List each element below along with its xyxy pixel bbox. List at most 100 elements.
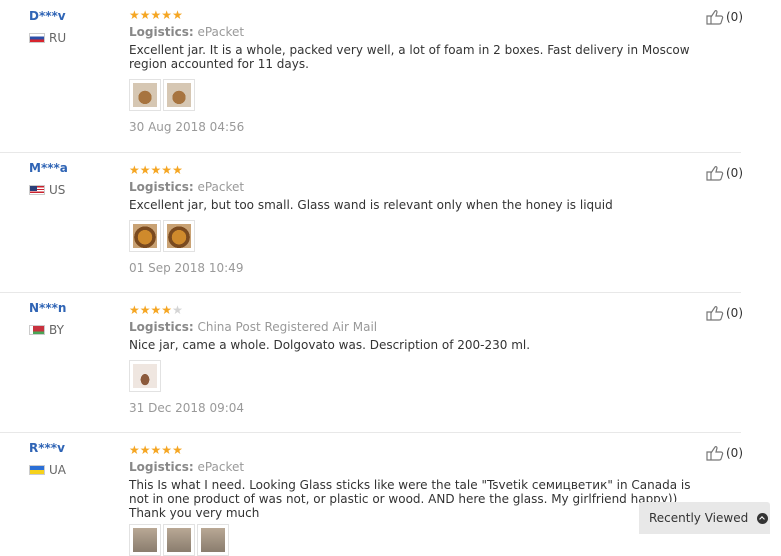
logistics-label: Logistics:	[129, 320, 194, 334]
photo-image	[167, 528, 191, 552]
star-icon: ★	[161, 163, 173, 177]
thumbs-up-icon	[706, 445, 724, 461]
usa-flag-icon	[29, 185, 45, 195]
helpful-count: (0)	[726, 306, 743, 320]
feedback-item: D***v RU ★ ★ ★ ★ ★ Logistics: ePacket Excell…	[0, 0, 743, 153]
feedback-body: ★ ★ ★ ★ ★ Logistics: ePacket This Is what I …	[129, 444, 704, 556]
user-country: BY	[29, 323, 66, 337]
thumbs-up-icon	[706, 305, 724, 321]
recently-viewed-tab[interactable]: Recently Viewed	[639, 502, 770, 534]
feedback-user: M***a US	[29, 161, 68, 197]
feedback-body: ★ ★ ★ ★ ★ Logistics: ePacket Excellent jar, …	[129, 164, 704, 275]
country-code: UA	[49, 463, 66, 477]
star-icon: ★	[139, 443, 151, 457]
review-text: Excellent jar, but too small. Glass wand…	[129, 198, 613, 212]
user-name[interactable]: D***v	[29, 9, 66, 23]
star-icon: ★	[139, 303, 151, 317]
user-name[interactable]: R***v	[29, 441, 66, 455]
helpful-button[interactable]: (0)	[706, 165, 743, 181]
review-photo[interactable]	[163, 220, 195, 252]
logistics-label: Logistics:	[129, 460, 194, 474]
star-icon: ★	[150, 443, 162, 457]
feedback-user: R***v UA	[29, 441, 66, 477]
photo-image	[167, 83, 191, 107]
feedback-item: N***n BY ★ ★ ★ ★ ★ Logistics: China Post Reg…	[0, 292, 743, 433]
photo-image	[167, 224, 191, 248]
review-photo[interactable]	[129, 524, 161, 556]
photo-image	[133, 364, 157, 388]
user-country: UA	[29, 463, 66, 477]
photo-image	[133, 83, 157, 107]
review-photo[interactable]	[197, 524, 229, 556]
review-photo[interactable]	[129, 360, 161, 392]
user-name[interactable]: M***a	[29, 161, 68, 175]
star-empty-icon: ★	[172, 303, 183, 317]
country-code: BY	[49, 323, 64, 337]
review-date: 30 Aug 2018 04:56	[129, 120, 245, 134]
star-icon: ★	[150, 8, 162, 22]
review-date: 31 Dec 2018 09:04	[129, 401, 245, 415]
star-icon: ★	[150, 163, 162, 177]
review-photo[interactable]	[163, 524, 195, 556]
ukraine-flag-icon	[29, 465, 45, 475]
user-country: RU	[29, 31, 66, 45]
helpful-button[interactable]: (0)	[706, 305, 743, 321]
star-icon: ★	[129, 443, 140, 457]
star-rating: ★ ★ ★ ★ ★	[129, 304, 704, 316]
country-code: RU	[49, 31, 67, 45]
thumbs-up-icon	[706, 9, 724, 25]
photo-image	[133, 528, 157, 552]
review-date: 01 Sep 2018 10:49	[129, 261, 244, 275]
star-icon: ★	[139, 163, 151, 177]
star-icon: ★	[172, 163, 183, 177]
star-icon: ★	[150, 303, 162, 317]
logistics: Logistics: ePacket	[129, 25, 704, 39]
user-name[interactable]: N***n	[29, 301, 66, 315]
star-rating: ★ ★ ★ ★ ★	[129, 444, 704, 456]
review-photo[interactable]	[129, 220, 161, 252]
russia-flag-icon	[29, 33, 45, 43]
star-icon: ★	[161, 8, 173, 22]
star-rating: ★ ★ ★ ★ ★	[129, 9, 704, 21]
review-photos	[129, 360, 704, 392]
logistics-value: China Post Registered Air Mail	[197, 320, 378, 334]
star-icon: ★	[139, 8, 151, 22]
star-icon: ★	[129, 8, 140, 22]
star-icon: ★	[161, 443, 173, 457]
helpful-count: (0)	[726, 446, 743, 460]
star-icon: ★	[129, 163, 140, 177]
feedback-item: R***v UA ★ ★ ★ ★ ★ Logistics: ePacket This I…	[0, 432, 743, 556]
logistics-value: ePacket	[197, 25, 245, 39]
feedback-item: M***a US ★ ★ ★ ★ ★ Logistics: ePacket Excell…	[0, 152, 743, 293]
country-code: US	[49, 183, 66, 197]
review-photos	[129, 220, 704, 252]
photo-image	[133, 224, 157, 248]
review-photos	[129, 79, 704, 111]
logistics-value: ePacket	[197, 180, 245, 194]
review-photo[interactable]	[163, 79, 195, 111]
feedback-user: N***n BY	[29, 301, 66, 337]
logistics: Logistics: ePacket	[129, 460, 704, 474]
helpful-count: (0)	[726, 166, 743, 180]
review-text: This Is what I need. Looking Glass stick…	[129, 478, 691, 520]
review-text: Excellent jar. It is a whole, packed ver…	[129, 43, 690, 71]
logistics: Logistics: China Post Registered Air Mai…	[129, 320, 704, 334]
star-icon: ★	[172, 443, 183, 457]
feedback-body: ★ ★ ★ ★ ★ Logistics: China Post Registered A…	[129, 304, 704, 415]
review-text: Nice jar, came a whole. Dolgovato was. D…	[129, 338, 531, 352]
review-photos	[129, 524, 704, 556]
helpful-button[interactable]: (0)	[706, 9, 743, 25]
feedback-body: ★ ★ ★ ★ ★ Logistics: ePacket Excellent jar. …	[129, 9, 704, 134]
helpful-button[interactable]: (0)	[706, 445, 743, 461]
user-country: US	[29, 183, 68, 197]
logistics-label: Logistics:	[129, 25, 194, 39]
logistics-value: ePacket	[197, 460, 245, 474]
recently-viewed-label: Recently Viewed	[649, 511, 749, 525]
feedback-user: D***v RU	[29, 9, 66, 45]
photo-image	[201, 528, 225, 552]
logistics: Logistics: ePacket	[129, 180, 704, 194]
star-rating: ★ ★ ★ ★ ★	[129, 164, 704, 176]
helpful-count: (0)	[726, 10, 743, 24]
review-photo[interactable]	[129, 79, 161, 111]
logistics-label: Logistics:	[129, 180, 194, 194]
